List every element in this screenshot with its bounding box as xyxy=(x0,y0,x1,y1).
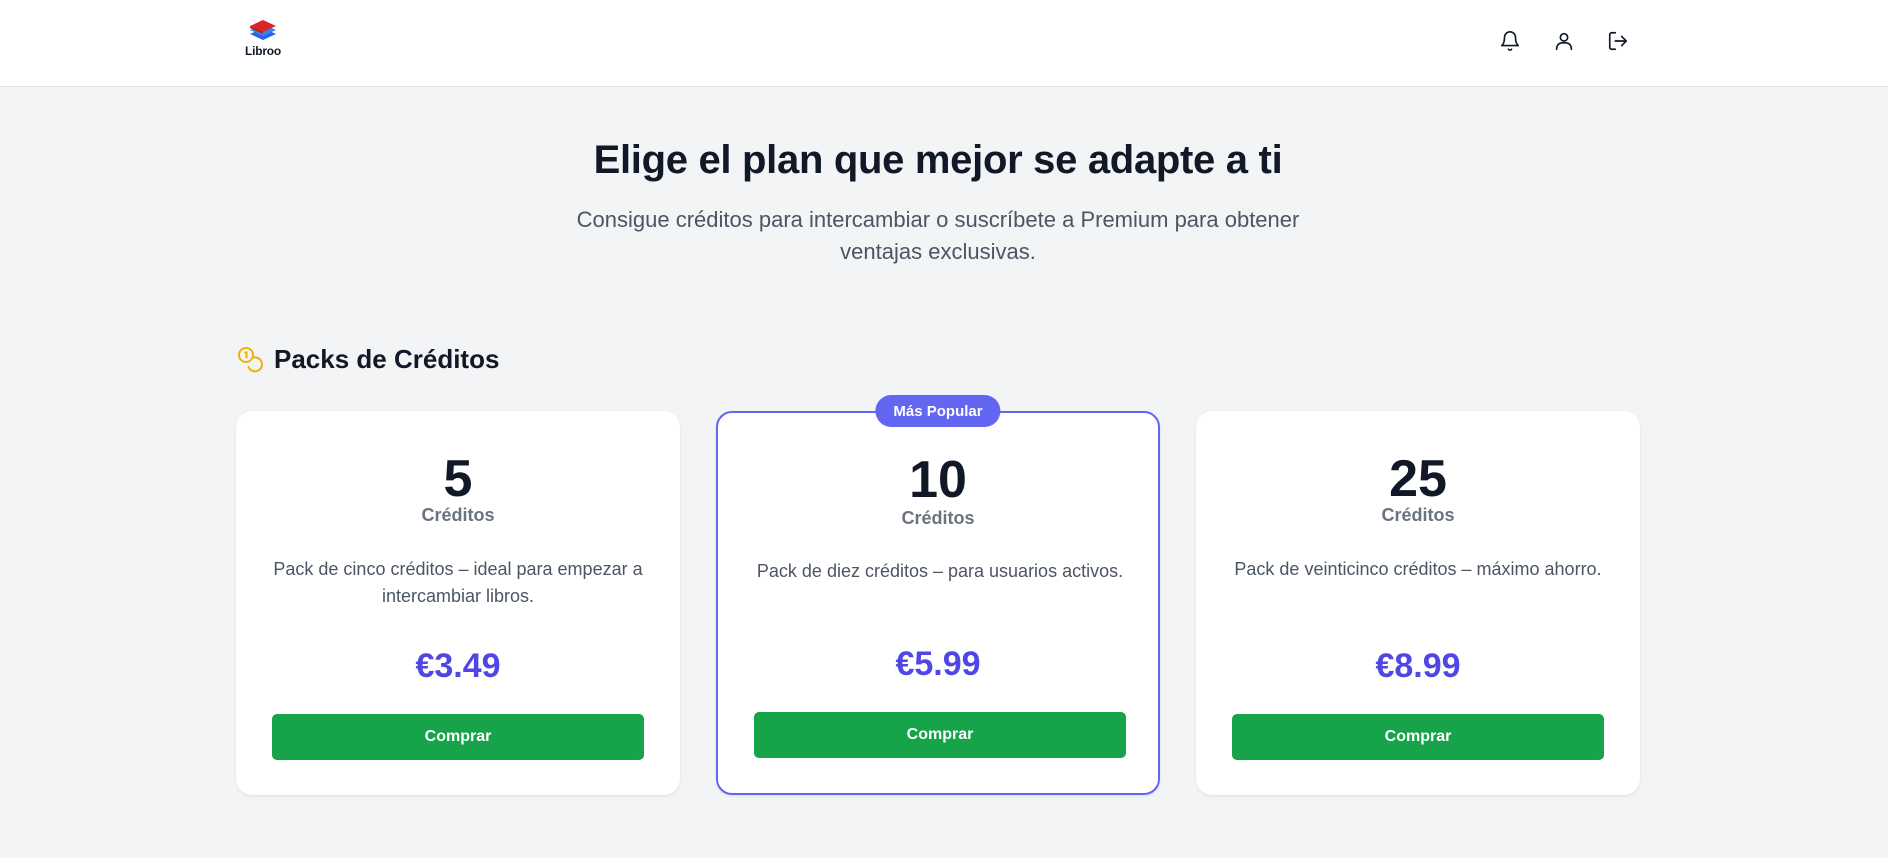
credit-unit: Créditos xyxy=(421,505,495,525)
pack-description: Pack de diez créditos – para usuarios ac… xyxy=(756,561,1124,581)
pack-description: Pack de cinco créditos – ideal para empe… xyxy=(273,559,643,606)
logo-text: Libroo xyxy=(244,44,282,58)
bell-icon xyxy=(1500,31,1520,51)
credit-pack-card-10: Más Popular 10 Créditos Pack de diez cré… xyxy=(716,395,1160,795)
logout-button[interactable] xyxy=(1605,28,1631,54)
page-subtitle: Consigue créditos para intercambiar o su… xyxy=(576,207,1300,264)
notifications-button[interactable] xyxy=(1497,28,1523,54)
buy-button-10[interactable]: Comprar xyxy=(754,712,1126,758)
pack-description: Pack de veinticinco créditos – máximo ah… xyxy=(1234,559,1602,579)
credit-amount: 10 xyxy=(909,451,967,509)
coins-icon xyxy=(238,347,263,373)
credit-pack-card-25: 25 Créditos Pack de veinticinco créditos… xyxy=(1196,411,1640,795)
most-popular-badge: Más Popular xyxy=(875,395,1001,427)
logout-icon xyxy=(1608,31,1628,51)
credit-pack-card-5: 5 Créditos Pack de cinco créditos – idea… xyxy=(236,411,680,795)
credit-unit: Créditos xyxy=(901,508,975,528)
buy-button-25[interactable]: Comprar xyxy=(1232,714,1604,760)
buy-button-5[interactable]: Comprar xyxy=(272,714,644,760)
pack-price: €3.49 xyxy=(415,647,501,685)
top-navbar: Libroo xyxy=(0,0,1888,87)
libroo-logo[interactable]: Libroo xyxy=(240,20,286,60)
section-title: Packs de Créditos xyxy=(274,343,500,374)
pack-price: €8.99 xyxy=(1375,647,1461,685)
credit-amount: 25 xyxy=(1389,450,1447,508)
credit-unit: Créditos xyxy=(1381,505,1455,525)
books-logo-icon xyxy=(250,20,276,40)
credit-packs-heading: Packs de Créditos xyxy=(236,342,499,376)
profile-button[interactable] xyxy=(1551,28,1577,54)
page-title: Elige el plan que mejor se adapte a ti xyxy=(593,138,1283,182)
pack-price: €5.99 xyxy=(895,645,981,683)
user-icon xyxy=(1555,32,1573,51)
credit-amount: 5 xyxy=(443,450,473,508)
